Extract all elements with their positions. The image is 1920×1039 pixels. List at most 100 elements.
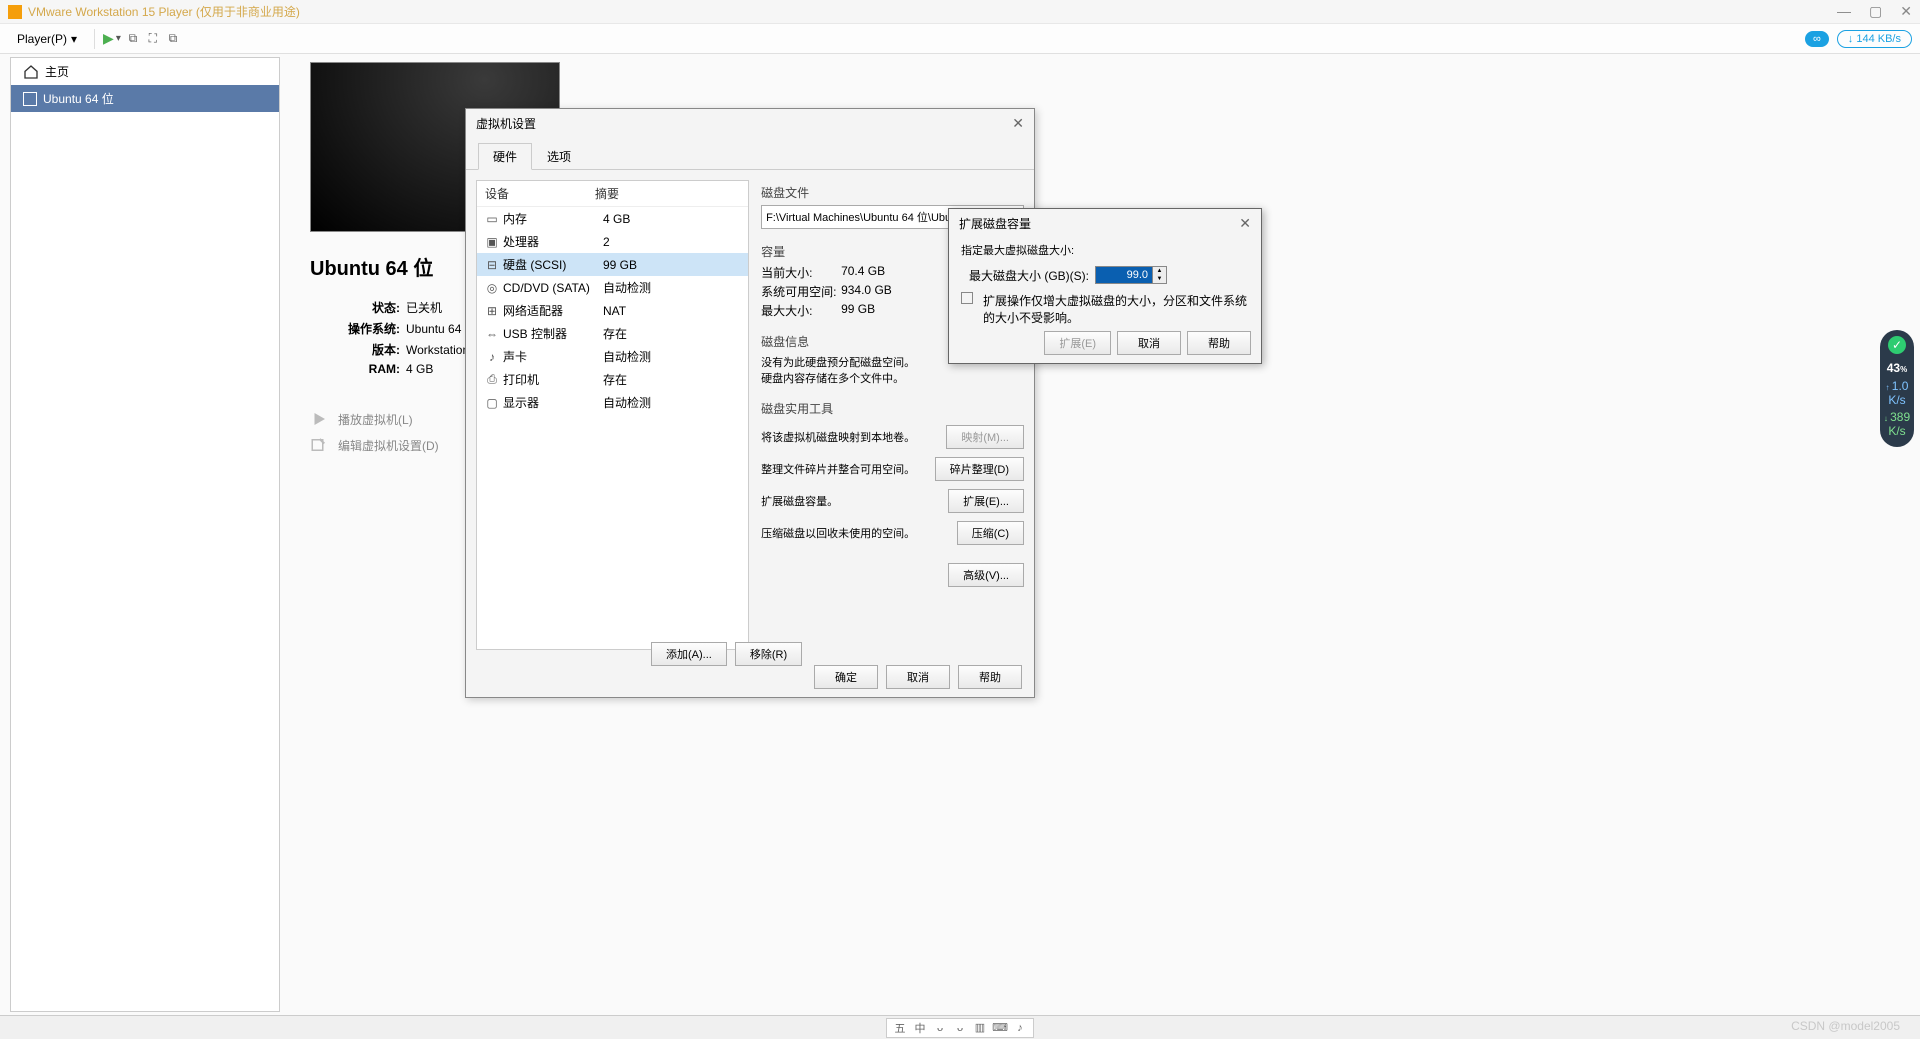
defrag-button[interactable]: 碎片整理(D) <box>935 457 1024 481</box>
map-button[interactable]: 映射(M)... <box>946 425 1024 449</box>
device-name: CD/DVD (SATA) <box>503 281 599 295</box>
remove-button[interactable]: 移除(R) <box>735 642 802 666</box>
edit-vm-label: 编辑虚拟机设置(D) <box>338 437 439 454</box>
compact-button[interactable]: 压缩(C) <box>957 521 1024 545</box>
ok-button[interactable]: 确定 <box>814 665 878 689</box>
disk-size-spinner[interactable]: ▲▼ <box>1095 266 1167 284</box>
spin-down-icon[interactable]: ▼ <box>1153 275 1166 283</box>
device-icon: ⇔ <box>485 327 499 341</box>
expand-help-button[interactable]: 帮助 <box>1187 331 1251 355</box>
device-icon: ◎ <box>485 281 499 295</box>
sidebar: 主页 Ubuntu 64 位 <box>10 57 280 1012</box>
player-menu[interactable]: Player(P) ▾ <box>8 29 86 49</box>
net-speed-badge: ↓ 144 KB/s <box>1837 30 1912 48</box>
device-name: 硬盘 (SCSI) <box>503 256 599 273</box>
note-icon <box>961 292 973 304</box>
expand-specify-label: 指定最大虚拟磁盘大小: <box>949 238 1261 262</box>
current-size-value: 70.4 GB <box>841 264 885 281</box>
home-icon <box>23 64 39 80</box>
hw-row-4[interactable]: ⊞网络适配器NAT <box>477 299 748 322</box>
hw-row-8[interactable]: ▢显示器自动检测 <box>477 391 748 414</box>
hw-row-6[interactable]: ♪声卡自动检测 <box>477 345 748 368</box>
app-logo-icon <box>8 5 22 19</box>
expand-note: 扩展操作仅增大虚拟磁盘的大小，分区和文件系统的大小不受影响。 <box>983 292 1249 326</box>
hw-row-5[interactable]: ⇔USB 控制器存在 <box>477 322 748 345</box>
hw-row-2[interactable]: ⊟ 硬盘 (SCSI) 99 GB <box>477 253 748 276</box>
device-summary: 存在 <box>603 371 627 388</box>
cloud-badge[interactable]: ∞ <box>1805 31 1829 47</box>
free-space-label: 系统可用空间: <box>761 283 841 300</box>
device-summary: 自动检测 <box>603 394 651 411</box>
device-icon: ▭ <box>485 212 499 226</box>
device-icon: ⊟ <box>485 258 499 272</box>
expand-cancel-button[interactable]: 取消 <box>1117 331 1181 355</box>
hw-row-7[interactable]: ⎙打印机存在 <box>477 368 748 391</box>
unity-icon[interactable]: ⧉ <box>165 31 181 47</box>
tray-icon-6[interactable]: ♪ <box>1013 1021 1027 1035</box>
device-name: 打印机 <box>503 371 599 388</box>
col-summary: 摘要 <box>595 185 619 202</box>
fullscreen-icon[interactable]: ⛶ <box>145 31 161 47</box>
minimize-icon[interactable]: — <box>1837 3 1851 20</box>
cancel-button[interactable]: 取消 <box>886 665 950 689</box>
state-value: 已关机 <box>406 299 442 316</box>
tray-icon-0[interactable]: 五 <box>893 1021 907 1035</box>
spin-up-icon[interactable]: ▲ <box>1153 267 1166 275</box>
hardware-list: 设备 摘要 ▭内存4 GB▣处理器2⊟硬盘 (SCSI)99 GB◎CD/DVD… <box>476 180 749 650</box>
tab-options[interactable]: 选项 <box>532 143 586 170</box>
ram-label: RAM: <box>330 362 400 376</box>
sidebar-item-home[interactable]: 主页 <box>11 58 279 85</box>
dialog-close-icon[interactable]: ✕ <box>1012 115 1024 132</box>
disk-size-input[interactable] <box>1095 266 1153 284</box>
separator <box>94 29 95 49</box>
tray-icon-2[interactable]: ᴗ <box>933 1021 947 1035</box>
sidebar-home-label: 主页 <box>45 63 69 80</box>
tray-icon-1[interactable]: 中 <box>913 1021 927 1035</box>
close-icon[interactable]: ✕ <box>1900 3 1912 20</box>
tray-icon-3[interactable]: ᴗ <box>953 1021 967 1035</box>
expand-dialog-close-icon[interactable]: ✕ <box>1239 215 1251 232</box>
ram-value: 4 GB <box>406 362 433 376</box>
send-keys-icon[interactable]: ⧉ <box>125 31 141 47</box>
advanced-button[interactable]: 高级(V)... <box>948 563 1024 587</box>
device-summary: NAT <box>603 304 626 318</box>
play-vm-label: 播放虚拟机(L) <box>338 411 413 428</box>
title-bar: VMware Workstation 15 Player (仅用于非商业用途) … <box>0 0 1920 24</box>
expand-confirm-button[interactable]: 扩展(E) <box>1044 331 1111 355</box>
help-button[interactable]: 帮助 <box>958 665 1022 689</box>
vm-icon <box>23 92 37 106</box>
performance-widget[interactable]: ✓ 43% ↑ 1.0K/s ↓ 389K/s <box>1880 330 1914 447</box>
device-summary: 99 GB <box>603 258 637 272</box>
max-size-value: 99 GB <box>841 302 875 319</box>
tray-icon-5[interactable]: ⌨ <box>993 1021 1007 1035</box>
system-tray: 五中ᴗᴗ▥⌨♪ <box>0 1015 1920 1039</box>
hw-row-3[interactable]: ◎ CD/DVD (SATA) 自动检测 <box>477 276 748 299</box>
window-title: VMware Workstation 15 Player (仅用于非商业用途) <box>28 3 1837 20</box>
hw-row-1[interactable]: ▣处理器2 <box>477 230 748 253</box>
maximize-icon[interactable]: ▢ <box>1869 3 1882 20</box>
upload-stat: ↑ 1.0K/s <box>1880 379 1914 407</box>
version-label: 版本: <box>330 341 400 358</box>
dialog-title: 虚拟机设置 <box>476 115 1012 132</box>
device-name: 网络适配器 <box>503 302 599 319</box>
device-summary: 自动检测 <box>603 279 651 296</box>
device-name: 内存 <box>503 210 599 227</box>
expand-max-label: 最大磁盘大小 (GB)(S): <box>969 267 1089 284</box>
util-defrag-desc: 整理文件碎片并整合可用空间。 <box>761 461 925 477</box>
tray-icon-4[interactable]: ▥ <box>973 1021 987 1035</box>
disk-utils-label: 磁盘实用工具 <box>761 400 1024 417</box>
util-expand-desc: 扩展磁盘容量。 <box>761 493 938 509</box>
expand-button[interactable]: 扩展(E)... <box>948 489 1024 513</box>
play-button[interactable]: ▶ ▾ <box>103 30 121 47</box>
os-label: 操作系统: <box>330 320 400 337</box>
add-button[interactable]: 添加(A)... <box>651 642 727 666</box>
player-menu-label: Player(P) <box>17 32 67 46</box>
tab-hardware[interactable]: 硬件 <box>478 143 532 170</box>
hw-row-0[interactable]: ▭内存4 GB <box>477 207 748 230</box>
device-summary: 2 <box>603 235 610 249</box>
sidebar-item-vm[interactable]: Ubuntu 64 位 <box>11 85 279 112</box>
current-size-label: 当前大小: <box>761 264 841 281</box>
device-icon: ♪ <box>485 350 499 364</box>
device-name: USB 控制器 <box>503 325 599 342</box>
settings-icon <box>310 436 328 454</box>
